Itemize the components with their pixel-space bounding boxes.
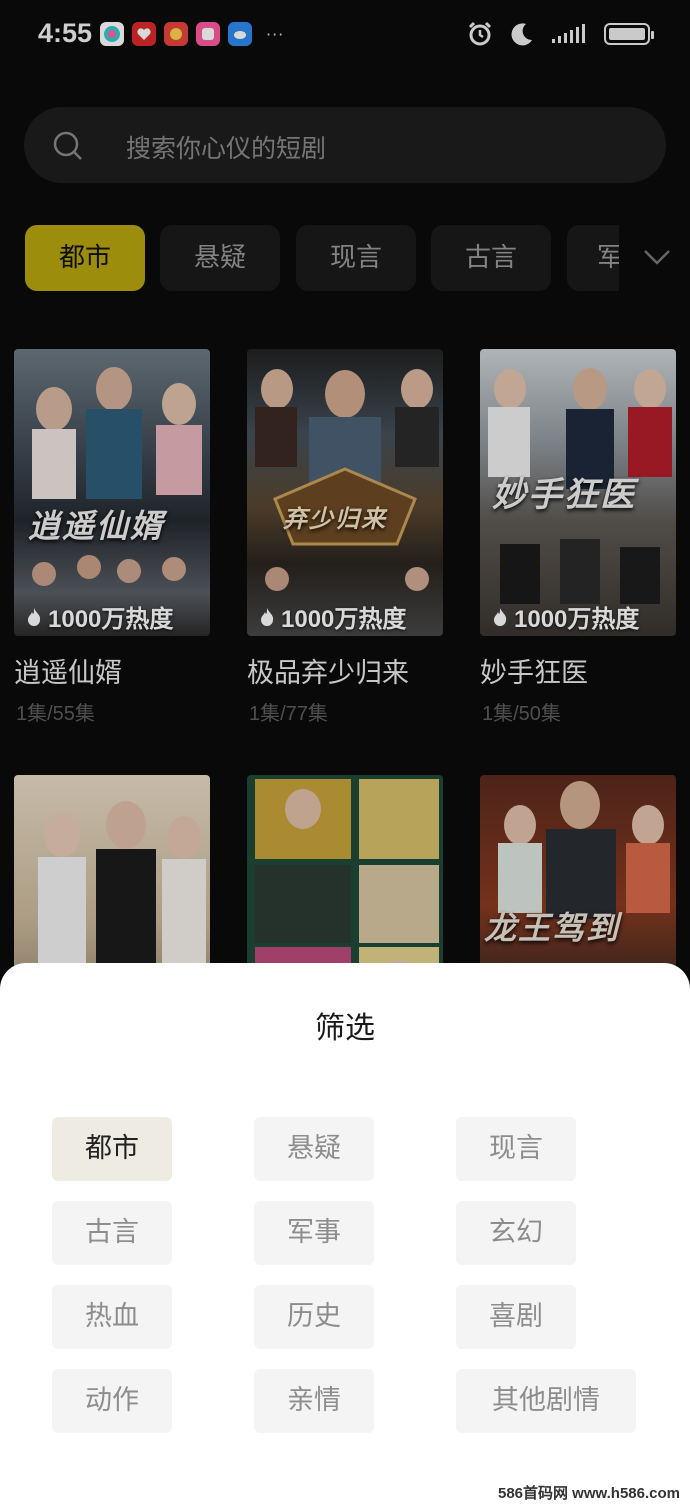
- filter-option-lishi[interactable]: 历史: [254, 1285, 374, 1349]
- filter-option-qinqing[interactable]: 亲情: [254, 1369, 374, 1433]
- filter-option-dushi[interactable]: 都市: [52, 1117, 172, 1181]
- filter-option-guyan[interactable]: 古言: [52, 1201, 172, 1265]
- filter-option-xuanyi[interactable]: 悬疑: [254, 1117, 374, 1181]
- filter-option-xianyan[interactable]: 现言: [456, 1117, 576, 1181]
- watermark: 586首码网 www.h586.com: [497, 1485, 680, 1502]
- filter-option-dongzuo[interactable]: 动作: [52, 1369, 172, 1433]
- filter-option-xiju[interactable]: 喜剧: [456, 1285, 576, 1349]
- filter-sheet-title: 筛选: [315, 1011, 375, 1046]
- filter-option-xuanhuan[interactable]: 玄幻: [456, 1201, 576, 1265]
- filter-option-junshi[interactable]: 军事: [254, 1201, 374, 1265]
- filter-option-rexue[interactable]: 热血: [52, 1285, 172, 1349]
- filter-option-qita[interactable]: 其他剧情: [456, 1369, 636, 1433]
- filter-sheet: 筛选 都市 悬疑 现言 古言 军事 玄幻 热血 历史 喜剧 动作 亲情 其他剧情…: [0, 963, 690, 1509]
